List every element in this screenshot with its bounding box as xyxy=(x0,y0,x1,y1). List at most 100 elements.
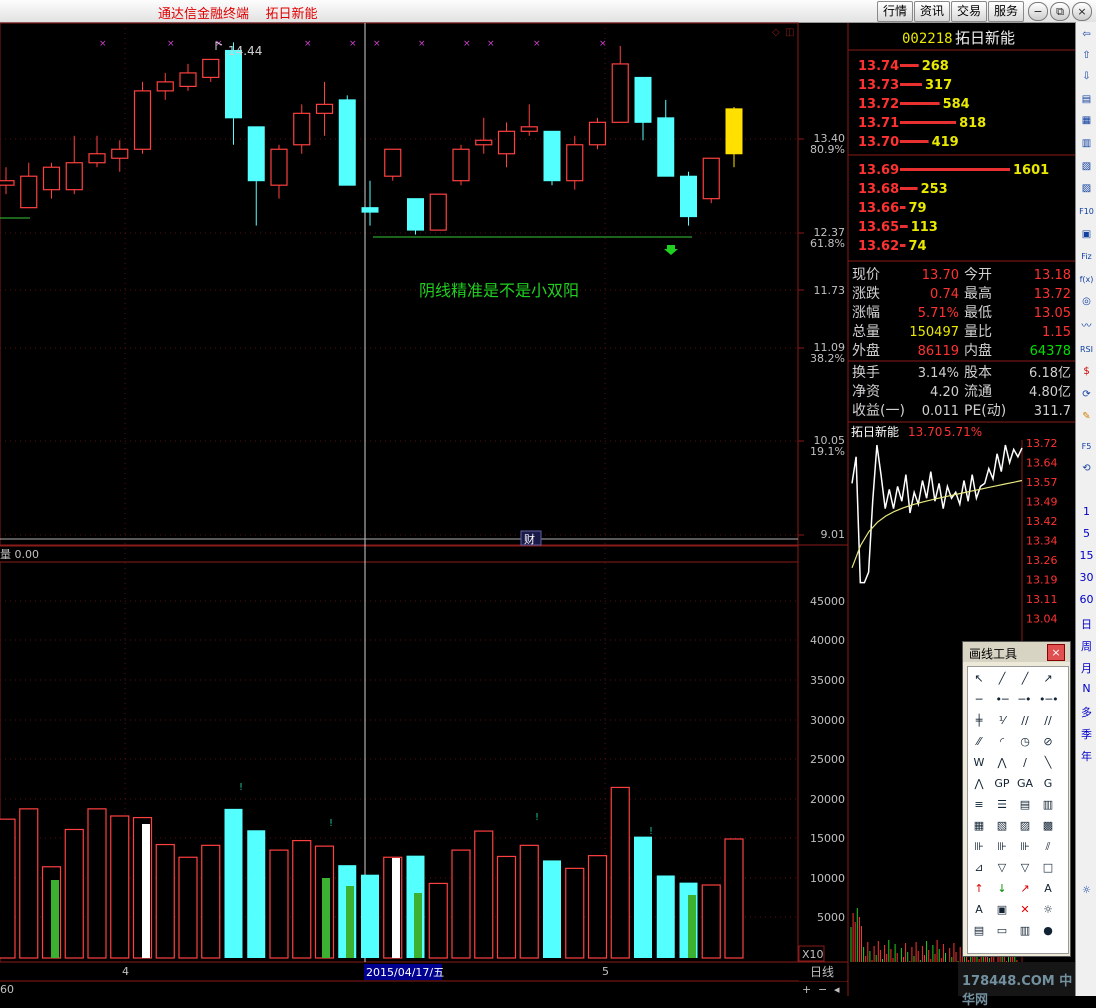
dollar-icon[interactable]: $ xyxy=(1078,363,1095,380)
drawing-tool-icon[interactable]: ⋀ xyxy=(993,755,1011,771)
drawing-tool-icon[interactable]: G xyxy=(1039,776,1057,792)
menu-service[interactable]: 服务 xyxy=(988,1,1024,22)
drawing-tool-icon[interactable]: ↗ xyxy=(1016,881,1034,897)
cycle-quarter[interactable]: 季 xyxy=(1076,726,1096,742)
zoom-out-button[interactable]: − xyxy=(818,983,827,996)
drawing-tool-icon[interactable]: ─ xyxy=(970,692,988,708)
period-30min[interactable]: 30 xyxy=(1076,571,1096,584)
cycle-n[interactable]: N xyxy=(1076,682,1096,695)
menu-news[interactable]: 资讯 xyxy=(914,1,950,22)
candle[interactable] xyxy=(20,162,38,209)
drawing-tool-icon[interactable]: •─• xyxy=(1039,692,1059,708)
drawing-tool-icon[interactable]: ⅟ xyxy=(993,713,1011,729)
list-icon[interactable]: ▤ xyxy=(1078,91,1095,108)
fiz-icon[interactable]: Fiz xyxy=(1078,248,1095,265)
drawing-tool-icon[interactable]: ╲ xyxy=(1039,755,1057,771)
candle[interactable] xyxy=(42,162,61,199)
fx-icon[interactable]: f(x) xyxy=(1078,271,1095,288)
candle[interactable] xyxy=(202,58,220,82)
drawing-tool-icon[interactable]: ∕∕ xyxy=(1039,713,1057,729)
candle[interactable] xyxy=(88,135,106,168)
candle[interactable] xyxy=(497,122,516,168)
candle[interactable] xyxy=(611,45,629,123)
drawing-tool-icon[interactable]: ▽ xyxy=(993,860,1011,876)
drawing-tool-icon[interactable]: ▦ xyxy=(970,818,988,834)
cycle-multi[interactable]: 多 xyxy=(1076,704,1096,720)
wave-icon[interactable]: 〰 xyxy=(1078,318,1095,335)
drawing-tool-icon[interactable]: ● xyxy=(1039,923,1057,939)
chart-area[interactable]: × × × × × × × × × × ×!!!! 14.44 阴线精准是不是小双阳 财 13.40… xyxy=(0,22,1075,996)
candle[interactable] xyxy=(588,117,607,150)
candle[interactable] xyxy=(270,144,288,199)
drawing-tool-palette[interactable]: 画线工具 × ↖ ╱ ╱ ↗ ─ •─ ─• •─• ╪ ⅟ ∕∕ ∕∕ ⁄⁄ ◜ ◷ ⊘ W ⋀ ∕ ╲ ⋀ GP GA G… xyxy=(962,641,1071,957)
drawing-tool-icon[interactable]: ◷ xyxy=(1016,734,1034,750)
drawing-tool-icon[interactable]: ⋀ xyxy=(970,776,988,792)
candle[interactable] xyxy=(543,130,561,186)
minimize-button[interactable]: − xyxy=(1028,2,1048,21)
candle[interactable] xyxy=(65,135,83,195)
drawing-tool-icon[interactable]: ◜ xyxy=(993,734,1011,750)
cycle-week[interactable]: 周 xyxy=(1076,638,1096,654)
candle[interactable] xyxy=(111,140,129,172)
zoom-in-button[interactable]: + xyxy=(802,983,811,996)
drawing-tool-icon[interactable]: GA xyxy=(1016,776,1034,792)
candle[interactable] xyxy=(384,148,402,181)
candle[interactable] xyxy=(179,63,197,91)
candle[interactable] xyxy=(156,72,174,100)
period-mode-label[interactable]: 日线 xyxy=(810,965,834,979)
annotation-text[interactable]: 阴线精准是不是小双阳 xyxy=(419,281,579,300)
candle[interactable] xyxy=(338,95,356,186)
candle[interactable] xyxy=(293,104,311,154)
period-5min[interactable]: 5 xyxy=(1076,527,1096,540)
diamond-icon[interactable]: ◇ xyxy=(772,27,780,38)
sell-level[interactable]: 13.70 419 xyxy=(858,135,959,150)
cycle-year[interactable]: 年 xyxy=(1076,748,1096,764)
candle[interactable] xyxy=(475,117,493,154)
candle[interactable] xyxy=(725,107,743,168)
drawing-tool-icon[interactable]: ╪ xyxy=(970,713,988,729)
drawing-tool-icon[interactable]: ⁄⁄ xyxy=(970,734,988,750)
drawing-tool-header[interactable]: 画线工具 × xyxy=(963,642,1070,662)
refresh-icon[interactable]: ⟲ xyxy=(1078,460,1095,477)
sell-level[interactable]: 13.74 268 xyxy=(858,59,949,74)
drawing-tool-icon[interactable]: W xyxy=(970,755,988,771)
drawing-tool-icon[interactable]: ↓ xyxy=(993,881,1011,897)
drawing-tool-icon[interactable]: ↑ xyxy=(970,881,988,897)
menu-quotes[interactable]: 行情 xyxy=(877,1,913,22)
period-1min[interactable]: 1 xyxy=(1076,505,1096,518)
sell-level[interactable]: 13.73 317 xyxy=(858,78,952,93)
pencil-icon[interactable]: ✎ xyxy=(1078,408,1095,425)
buy-level[interactable]: 13.66 79 xyxy=(858,201,927,216)
search-icon[interactable]: ◎ xyxy=(1078,293,1095,310)
drawing-tool-icon[interactable]: ☰ xyxy=(993,797,1011,813)
candle[interactable] xyxy=(566,135,584,190)
candle[interactable] xyxy=(315,81,334,136)
kline-icon[interactable]: ▥ xyxy=(1078,135,1095,152)
buy-level[interactable]: 13.62 74 xyxy=(858,239,927,254)
candle[interactable] xyxy=(452,144,470,186)
close-button[interactable]: × xyxy=(1072,2,1092,21)
f10-icon[interactable]: F10 xyxy=(1078,203,1095,220)
finance-marker[interactable]: 财 xyxy=(524,532,535,546)
drawing-tool-icon[interactable]: GP xyxy=(993,776,1011,792)
drawing-tool-icon[interactable]: ▭ xyxy=(993,923,1011,939)
drawing-tool-icon[interactable]: ▨ xyxy=(1016,818,1034,834)
close-icon[interactable]: × xyxy=(1047,644,1065,661)
candle[interactable] xyxy=(133,81,152,154)
drawing-tool-icon[interactable]: ▣ xyxy=(993,902,1011,918)
candle[interactable] xyxy=(407,198,424,235)
drawing-tool-icon[interactable]: ─• xyxy=(1016,692,1034,708)
drawing-tool-icon[interactable]: ▽ xyxy=(1016,860,1034,876)
drawing-tool-icon[interactable]: ⊪ xyxy=(1016,839,1034,855)
cycle-day[interactable]: 日 xyxy=(1076,616,1096,632)
buy-level[interactable]: 13.68 253 xyxy=(858,182,948,197)
candle[interactable] xyxy=(520,104,538,136)
drawing-tool-icon[interactable]: ⊿ xyxy=(970,860,988,876)
drawing-tool-icon[interactable]: ∕ xyxy=(1016,755,1034,771)
table-icon[interactable]: ▨ xyxy=(1078,180,1095,197)
drawing-tool-icon[interactable]: □ xyxy=(1039,860,1057,876)
candle[interactable] xyxy=(247,126,265,226)
candle[interactable] xyxy=(634,76,652,141)
candle[interactable] xyxy=(680,171,697,226)
arrow-down-icon[interactable]: ⇩ xyxy=(1078,68,1095,85)
